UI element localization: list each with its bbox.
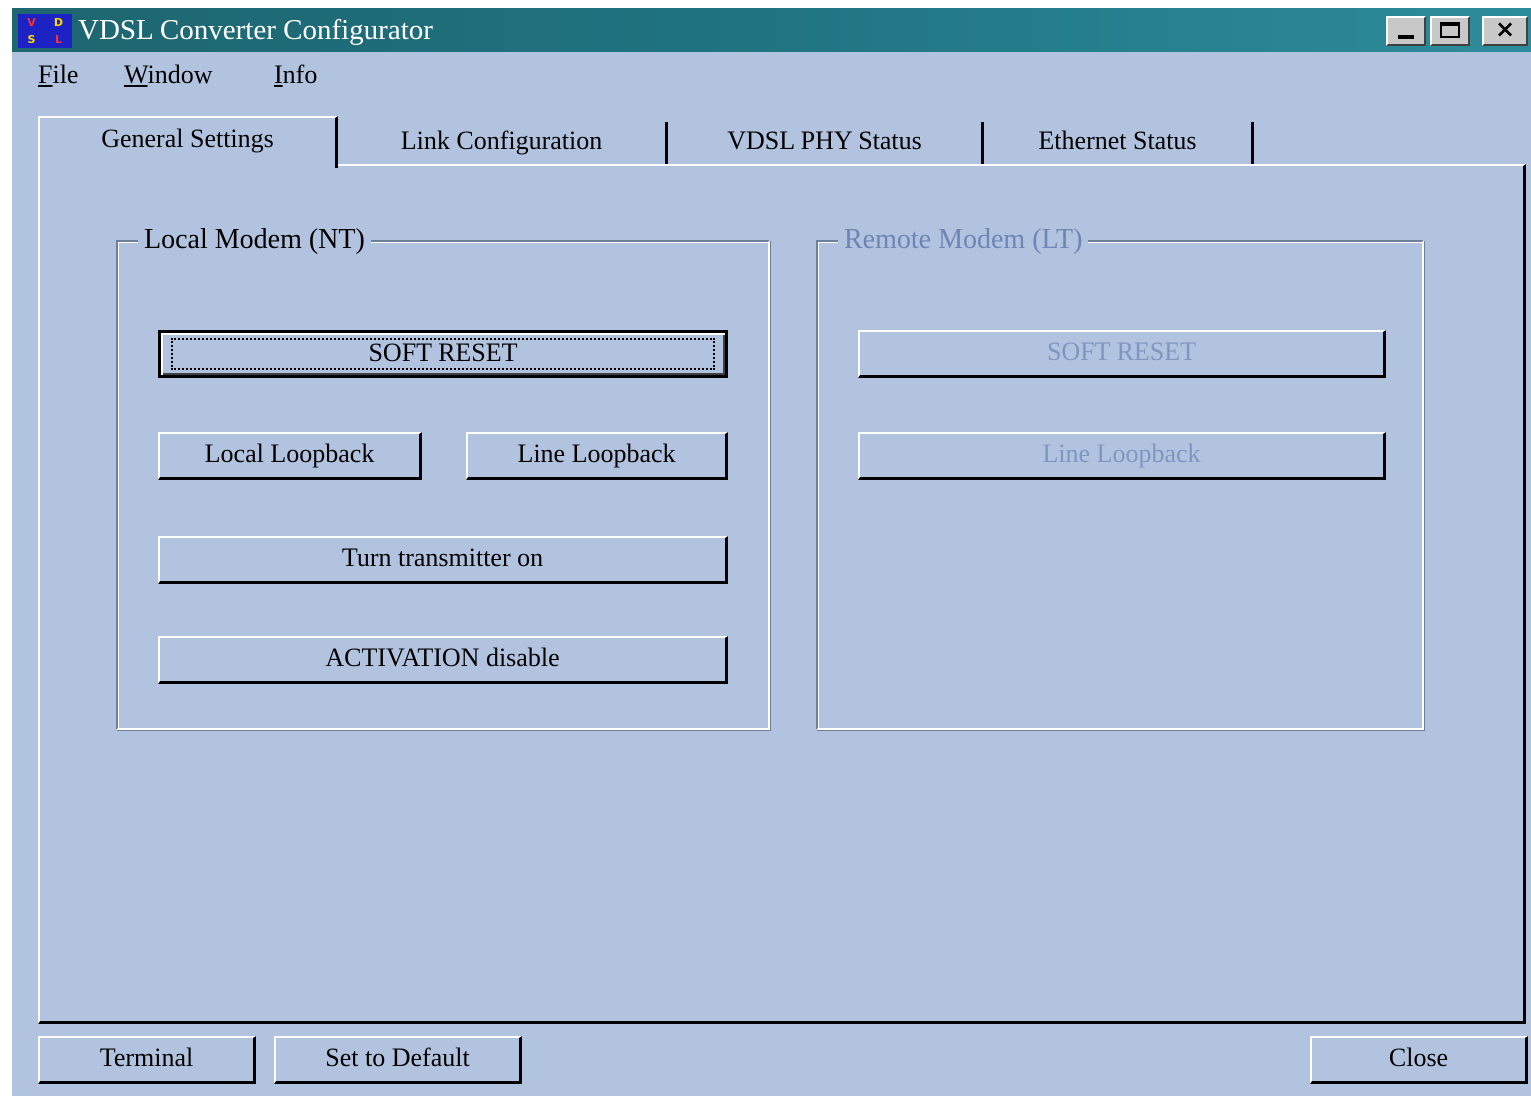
local-loopback-button[interactable]: Local Loopback — [158, 432, 422, 480]
local-modem-title: Local Modem (NT) — [138, 223, 371, 257]
remote-modem-title: Remote Modem (LT) — [838, 223, 1089, 257]
local-line-loopback-button[interactable]: Line Loopback — [466, 432, 728, 480]
minimize-button[interactable] — [1386, 16, 1426, 46]
button-label: Line Loopback — [1042, 439, 1201, 468]
tab-vdsl-phy-status[interactable]: VDSL PHY Status — [668, 122, 984, 164]
logo-glyph: L — [54, 33, 62, 46]
button-label: ACTIVATION disable — [325, 643, 560, 672]
button-label: Close — [1388, 1043, 1449, 1072]
app-logo-icon: V D S L — [18, 14, 72, 48]
menu-window[interactable]: Window — [124, 60, 213, 90]
tab-general-settings[interactable]: General Settings — [38, 116, 338, 168]
button-label: SOFT RESET — [1046, 337, 1197, 366]
activation-toggle-button[interactable]: ACTIVATION disable — [158, 636, 728, 684]
remote-line-loopback-button: Line Loopback — [858, 432, 1386, 480]
set-to-default-button[interactable]: Set to Default — [274, 1036, 522, 1084]
button-label: Turn transmitter on — [341, 543, 544, 572]
transmitter-toggle-button[interactable]: Turn transmitter on — [158, 536, 728, 584]
terminal-button[interactable]: Terminal — [38, 1036, 256, 1084]
button-label: Line Loopback — [517, 439, 676, 468]
remote-modem-group: Remote Modem (LT) — [816, 223, 1424, 730]
close-button[interactable]: Close — [1310, 1036, 1528, 1084]
local-soft-reset-button[interactable]: SOFT RESET — [158, 330, 728, 378]
logo-glyph: S — [27, 33, 36, 46]
tab-label: General Settings — [101, 124, 274, 153]
tab-label: Ethernet Status — [1038, 126, 1197, 155]
tab-link-configuration[interactable]: Link Configuration — [338, 122, 668, 164]
button-label: Set to Default — [325, 1043, 470, 1072]
maximize-button[interactable] — [1430, 16, 1470, 46]
menu-file[interactable]: File — [38, 60, 78, 90]
app-window: V D S L VDSL Converter Configurator × Fi… — [12, 8, 1531, 1096]
menu-info[interactable]: Info — [274, 60, 317, 90]
menu-bar: File Window Info — [12, 54, 1531, 94]
close-icon: × — [1494, 15, 1516, 43]
remote-soft-reset-button: SOFT RESET — [858, 330, 1386, 378]
logo-glyph: V — [27, 16, 36, 29]
window-title: VDSL Converter Configurator — [78, 14, 433, 46]
tab-label: Link Configuration — [400, 126, 603, 155]
logo-glyph: D — [53, 16, 64, 29]
tab-ethernet-status[interactable]: Ethernet Status — [984, 122, 1254, 164]
tab-label: VDSL PHY Status — [727, 126, 922, 155]
button-label: Terminal — [99, 1043, 194, 1072]
button-label: Local Loopback — [204, 439, 375, 468]
title-bar[interactable]: V D S L VDSL Converter Configurator × — [12, 8, 1531, 52]
close-window-button[interactable]: × — [1482, 15, 1528, 46]
button-label: SOFT RESET — [368, 338, 518, 367]
